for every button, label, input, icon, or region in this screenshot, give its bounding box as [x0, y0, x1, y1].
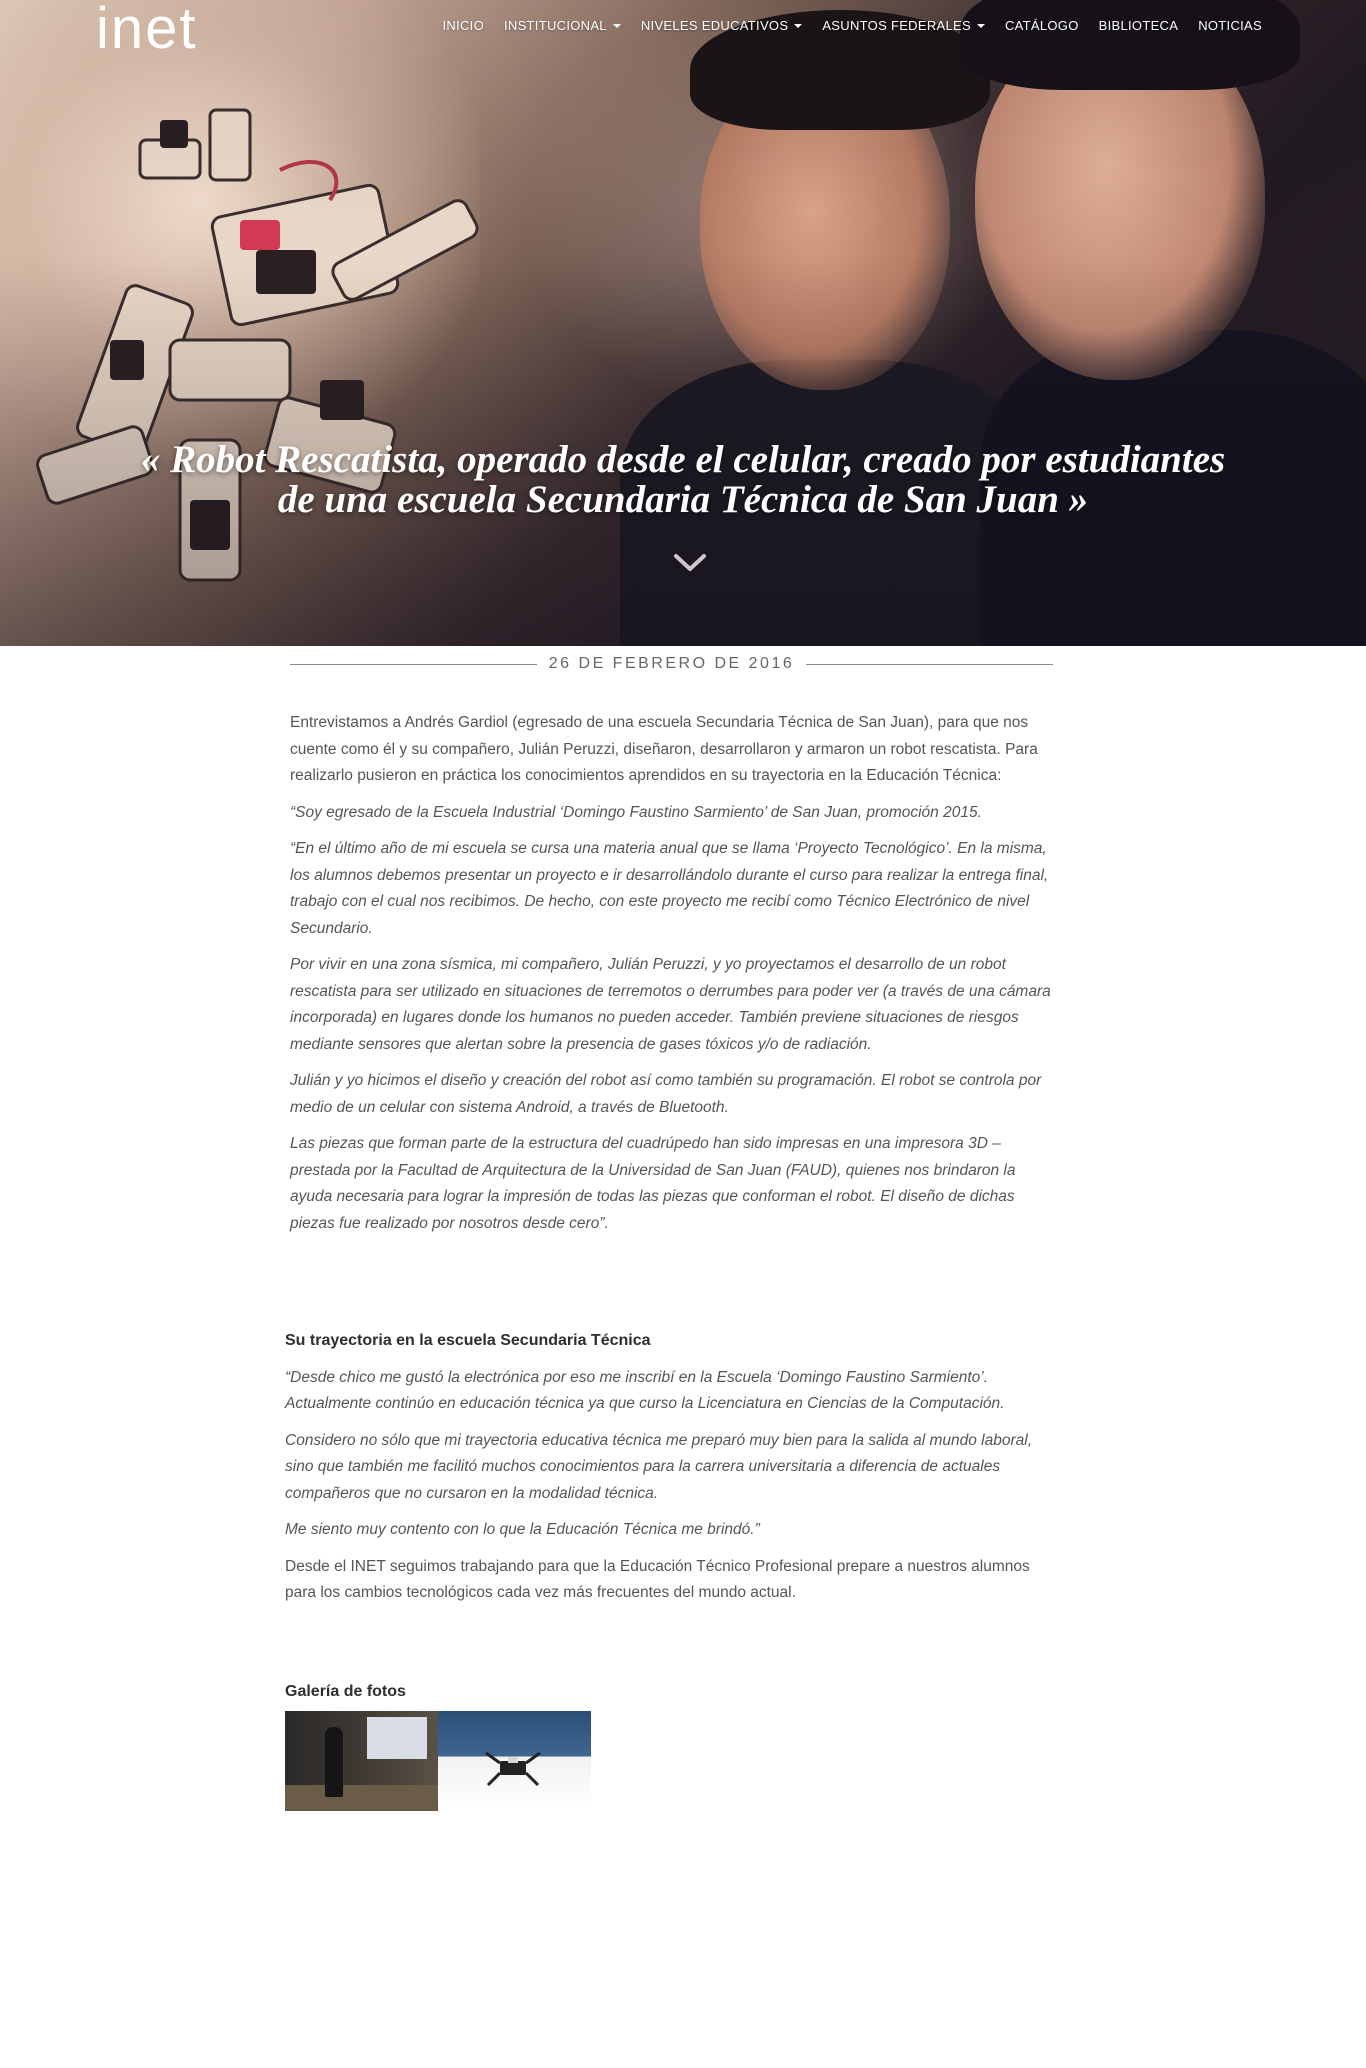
article-title-line-2: de una escuela Secundaria Técnica de San… [277, 478, 1089, 521]
trajectory-quote: Considero no sólo que mi trayectoria edu… [285, 1431, 1032, 1502]
menu-item-biblioteca[interactable]: BIBLIOTECA [1099, 18, 1179, 33]
article-date-divider: 26 DE FEBRERO DE 2016 [290, 652, 1053, 676]
room-floor [285, 1785, 438, 1811]
article-quote: “Soy egresado de la Escuela Industrial ‘… [290, 803, 982, 821]
article-title: « Robot Rescatista, operado desde el cel… [0, 440, 1366, 520]
trajectory-quote: Me siento muy contento con lo que la Edu… [285, 1521, 760, 1538]
hero-overlay [0, 0, 1366, 646]
gallery-heading: Galería de fotos [285, 1683, 406, 1700]
divider-rule-left [290, 663, 537, 665]
projection-screen [367, 1717, 427, 1759]
trajectory-closing: Desde el INET seguimos trabajando para q… [285, 1557, 1030, 1602]
caret-down-icon [976, 23, 985, 28]
photo-gallery: Galería de fotos [285, 1683, 685, 1811]
menu-item-label: NIVELES EDUCATIVOS [640, 18, 789, 33]
menu-item-asuntos-federales[interactable]: ASUNTOS FEDERALES [822, 18, 985, 33]
article-quote: Las piezas que forman parte de la estruc… [290, 1135, 1016, 1232]
menu-item-label: NOTICIAS [1198, 18, 1262, 33]
menu-item-inicio[interactable]: INICIO [442, 18, 484, 33]
caret-down-icon [794, 23, 803, 28]
article-intro: Entrevistamos a Andrés Gardiol (egresado… [290, 714, 1038, 784]
menu-item-noticias[interactable]: NOTICIAS [1198, 18, 1262, 33]
inet-logo[interactable]: inet [96, 0, 198, 58]
robot-icon [485, 1751, 541, 1787]
menu-item-institucional[interactable]: INSTITUCIONAL [504, 18, 621, 33]
article-body: Entrevistamos a Andrés Gardiol (egresado… [290, 710, 1053, 1247]
hero-banner [0, 0, 1366, 646]
article-quote: “En el último año de mi escuela se cursa… [290, 840, 1049, 937]
top-navigation: inet INICIO INSTITUCIONAL NIVELES EDUCAT… [0, 0, 1366, 60]
gallery-thumbnails [285, 1711, 591, 1811]
trajectory-heading: Su trayectoria en la escuela Secundaria … [285, 1332, 651, 1349]
menu-item-label: BIBLIOTECA [1098, 18, 1179, 33]
presenter-figure [325, 1727, 343, 1797]
menu-item-label: INSTITUCIONAL [503, 18, 607, 33]
menu-item-niveles-educativos[interactable]: NIVELES EDUCATIVOS [640, 18, 803, 33]
article-quote: Por vivir en una zona sísmica, mi compañ… [290, 956, 1051, 1053]
menu-item-label: CATÁLOGO [1004, 18, 1079, 33]
article-title-line-1: « Robot Rescatista, operado desde el cel… [140, 438, 1226, 481]
divider-rule-right [806, 663, 1053, 665]
menu-item-catalogo[interactable]: CATÁLOGO [1005, 18, 1079, 33]
main-menu: INICIO INSTITUCIONAL NIVELES EDUCATIVOS … [442, 18, 1262, 33]
menu-item-label: ASUNTOS FEDERALES [822, 18, 971, 33]
gallery-photo-presentation[interactable] [285, 1711, 438, 1811]
article-date: 26 DE FEBRERO DE 2016 [548, 655, 795, 672]
caret-down-icon [612, 23, 621, 28]
trajectory-section: Su trayectoria en la escuela Secundaria … [285, 1328, 1053, 1617]
chevron-down-icon[interactable] [672, 552, 708, 574]
menu-item-label: INICIO [442, 18, 484, 33]
trajectory-quote: “Desde chico me gustó la electrónica por… [285, 1368, 1005, 1413]
gallery-photo-robot[interactable] [438, 1711, 591, 1811]
article-quote: Julián y yo hicimos el diseño y creación… [290, 1072, 1042, 1116]
